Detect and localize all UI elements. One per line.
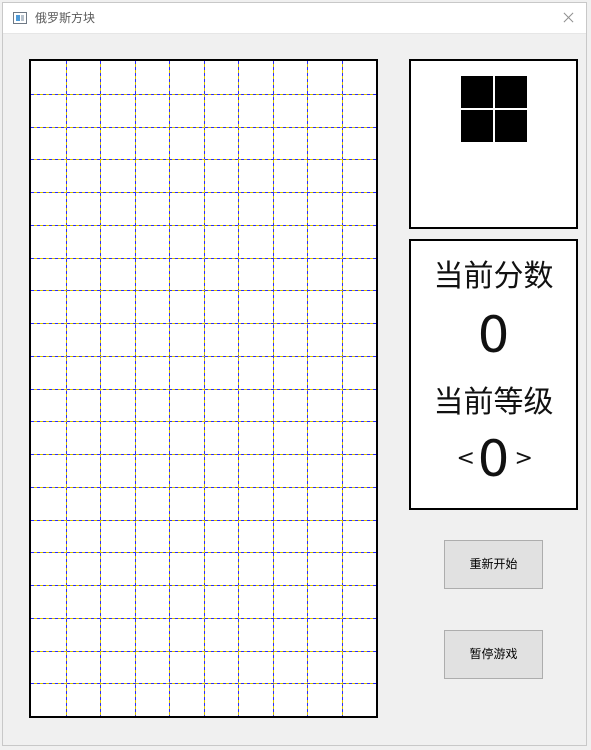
next-piece-cell — [461, 76, 493, 108]
title-bar: 俄罗斯方块 — [3, 3, 586, 34]
next-piece-cell — [461, 110, 493, 142]
next-piece-cell — [495, 110, 527, 142]
score-panel: 当前分数 0 当前等级 < 0 > — [409, 239, 578, 510]
level-control: < 0 > — [411, 431, 576, 487]
window-title: 俄罗斯方块 — [35, 11, 96, 25]
board-grid — [31, 61, 376, 716]
level-value: 0 — [477, 430, 510, 488]
next-piece-cell — [495, 76, 527, 108]
level-increase-button[interactable]: > — [515, 431, 533, 487]
level-label: 当前等级 — [433, 385, 554, 420]
app-icon — [13, 12, 27, 24]
next-piece-panel — [409, 59, 578, 229]
restart-button[interactable]: 重新开始 — [444, 540, 543, 589]
game-board[interactable] — [29, 59, 378, 718]
next-piece-o-block — [461, 76, 527, 142]
level-decrease-button[interactable]: < — [457, 431, 475, 487]
score-value: 0 — [477, 306, 510, 364]
score-label: 当前分数 — [433, 259, 554, 294]
pause-button[interactable]: 暂停游戏 — [444, 630, 543, 679]
close-icon[interactable] — [550, 3, 586, 33]
